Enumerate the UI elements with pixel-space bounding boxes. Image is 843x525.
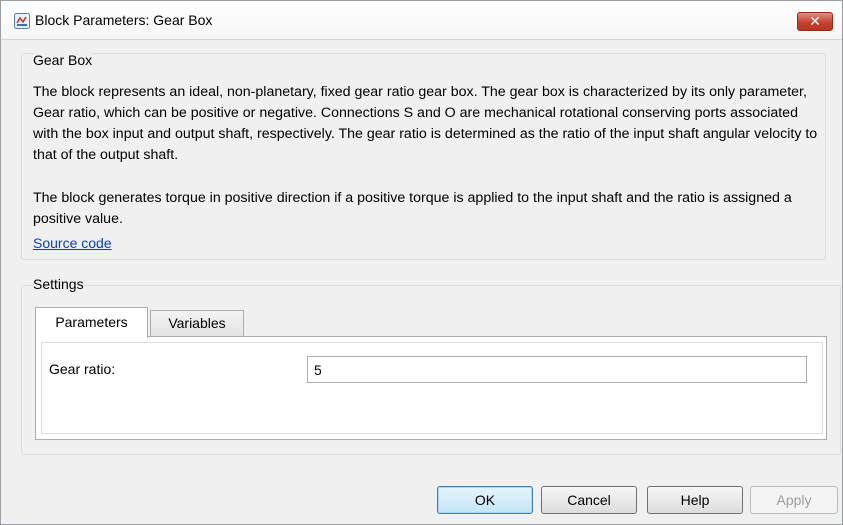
apply-button[interactable]: Apply — [750, 486, 838, 514]
gear-ratio-label: Gear ratio: — [49, 361, 116, 377]
tab-variables[interactable]: Variables — [150, 310, 244, 337]
tab-parameters[interactable]: Parameters — [35, 307, 148, 338]
gear-ratio-input[interactable] — [307, 356, 807, 383]
source-code-link[interactable]: Source code — [33, 235, 112, 251]
close-icon: ✕ — [809, 13, 821, 29]
close-button[interactable]: ✕ — [797, 12, 833, 31]
simulink-block-icon — [14, 13, 30, 29]
description-paragraph-2: The block generates torque in positive d… — [33, 190, 792, 227]
help-button[interactable]: Help — [647, 486, 743, 514]
settings-group-title: Settings — [33, 276, 84, 292]
dialog-window: Block Parameters: Gear Box ✕ Gear Box Th… — [0, 0, 843, 525]
description-group-title: Gear Box — [33, 52, 93, 68]
ok-button[interactable]: OK — [437, 486, 533, 514]
title-bar[interactable]: Block Parameters: Gear Box ✕ — [1, 1, 842, 40]
window-title: Block Parameters: Gear Box — [35, 12, 213, 28]
description-paragraph-1: The block represents an ideal, non-plane… — [33, 84, 818, 163]
cancel-button[interactable]: Cancel — [541, 486, 637, 514]
